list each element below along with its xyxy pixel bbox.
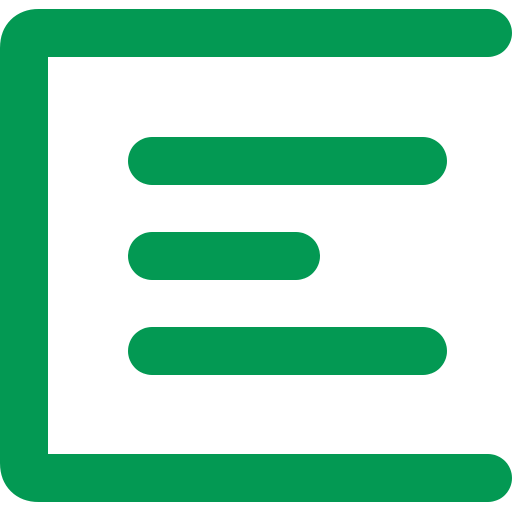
icon-canvas (0, 0, 512, 512)
align-left-text-icon (0, 9, 512, 502)
